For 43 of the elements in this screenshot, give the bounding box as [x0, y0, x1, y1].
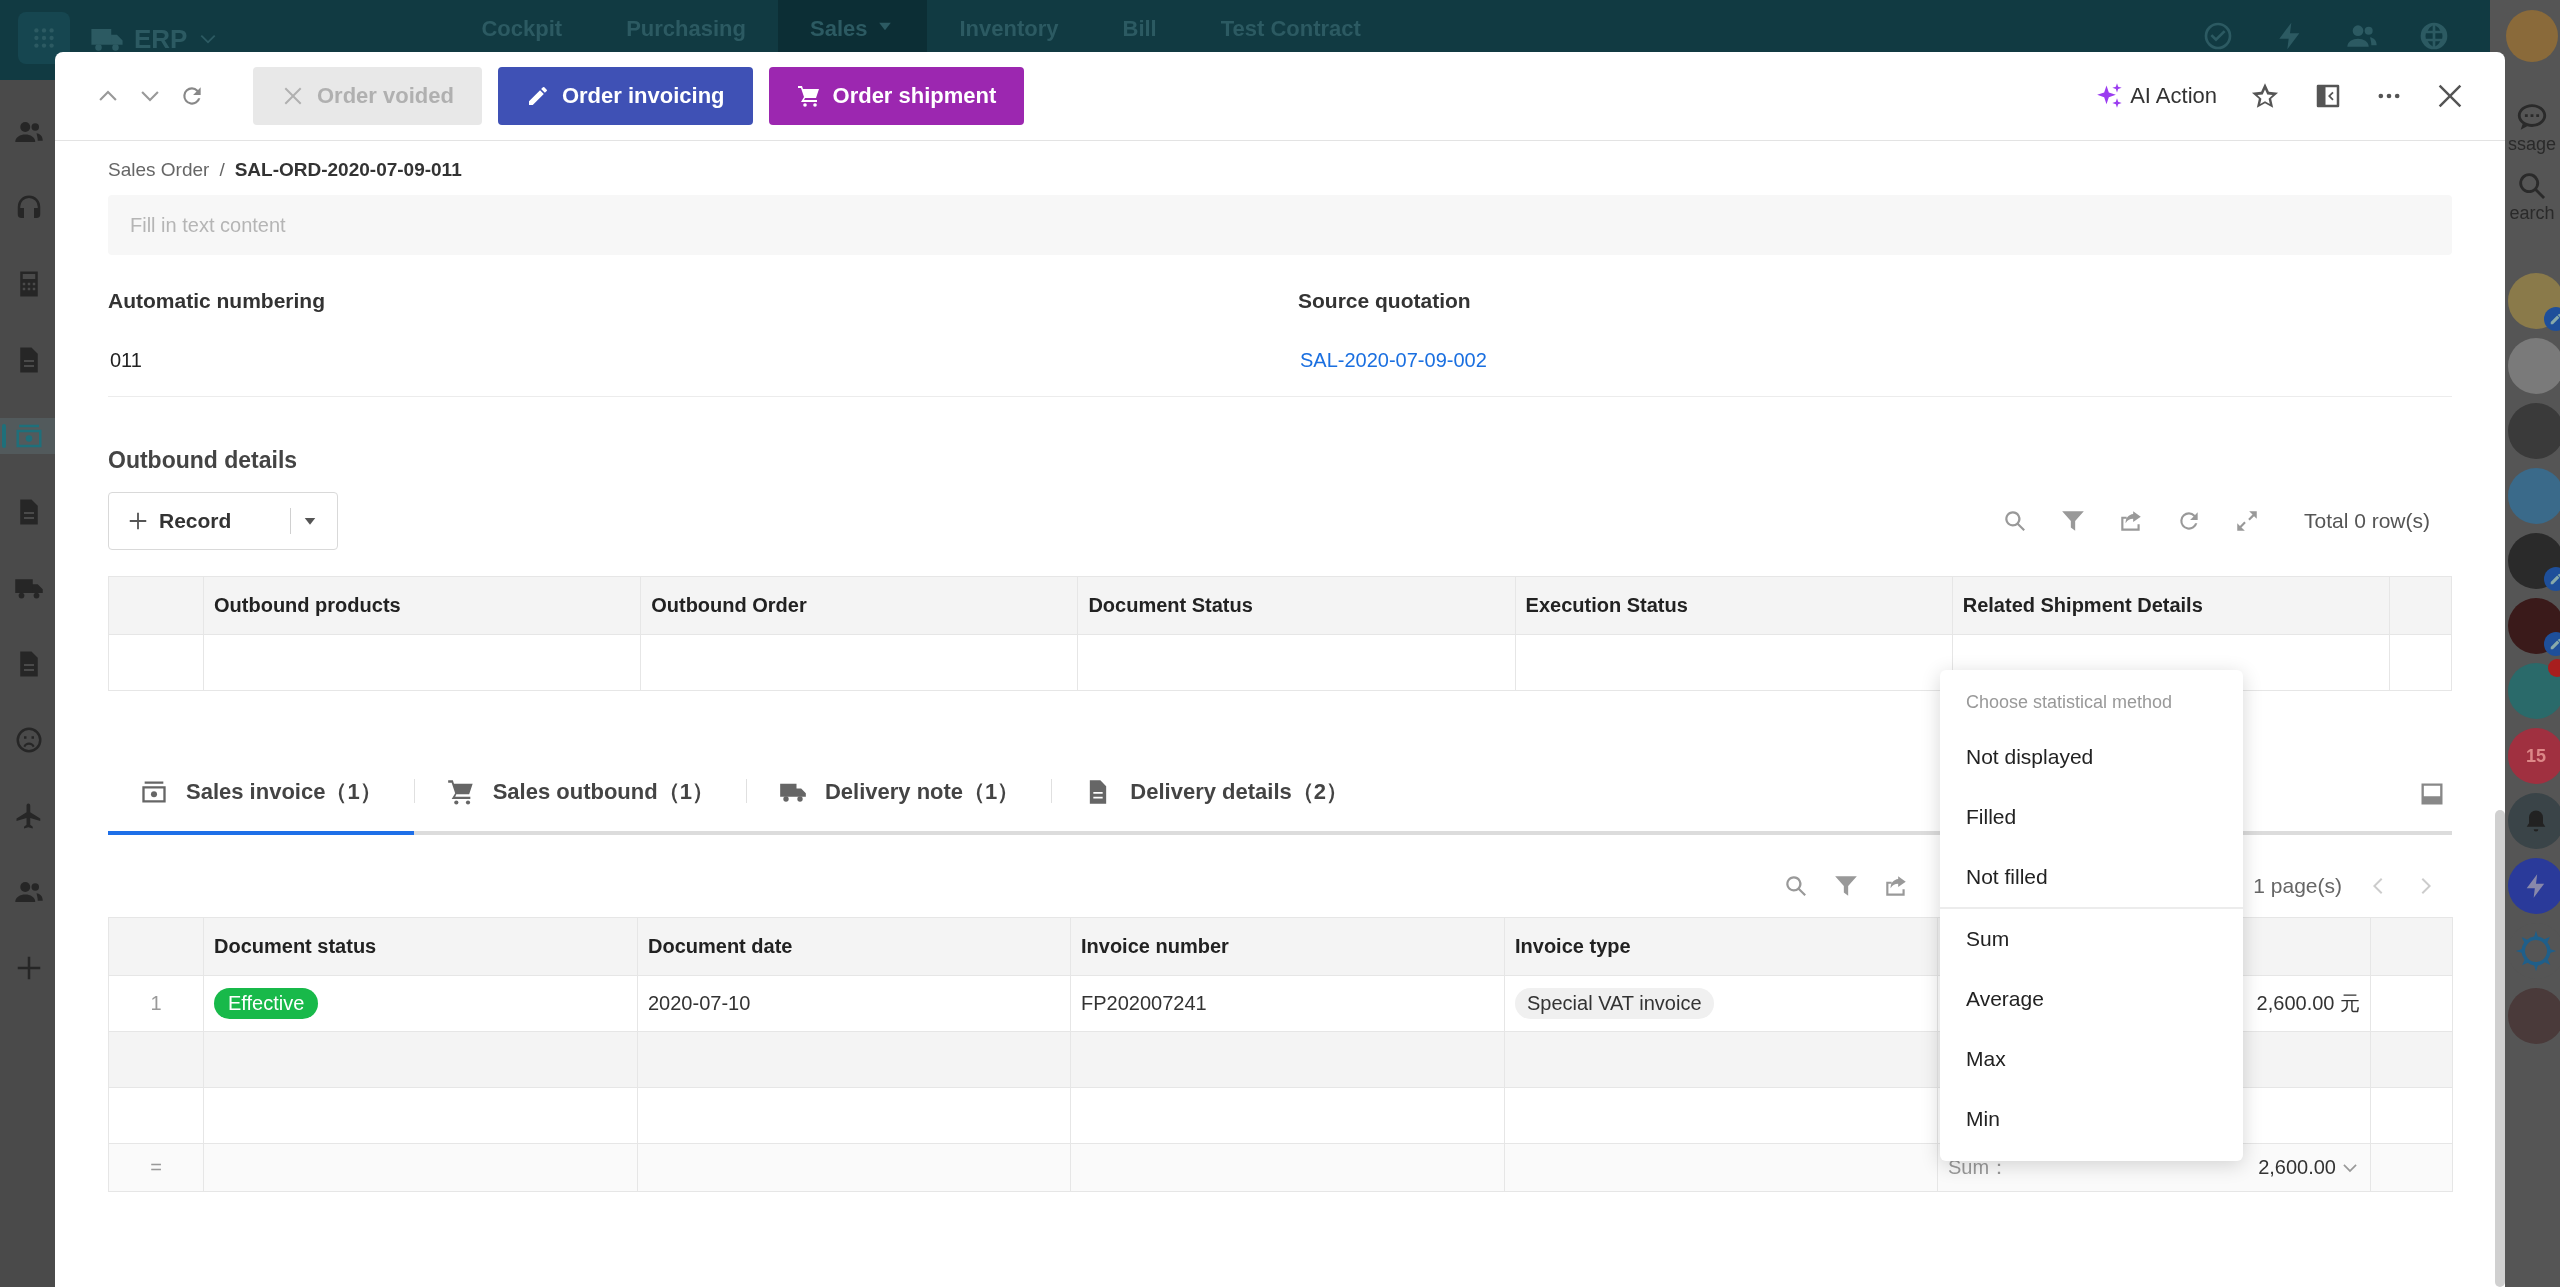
text-field[interactable]: Fill in text content: [108, 195, 2452, 255]
column-header: Invoice number: [1070, 917, 1505, 976]
tab[interactable]: Delivery note（1）: [746, 757, 1052, 831]
record-button[interactable]: Record: [108, 492, 338, 550]
table-cell: 2020-07-10: [637, 975, 1071, 1032]
table-cell: FP202007241: [1070, 975, 1505, 1032]
column-header: Related Shipment Details: [1952, 576, 2390, 635]
column-header: Document date: [637, 917, 1071, 976]
menu-item[interactable]: Filled: [1940, 787, 2243, 847]
column-header: Outbound Order: [640, 576, 1078, 635]
menu-item[interactable]: Min: [1940, 1089, 2243, 1149]
field-label: Source quotation: [1298, 289, 1472, 313]
toolbar-button[interactable]: Order shipment: [768, 67, 1025, 125]
menu-item[interactable]: Not filled: [1940, 847, 2243, 907]
column-header: Outbound products: [203, 576, 641, 635]
breadcrumb-link[interactable]: Sales Order: [108, 159, 210, 181]
type-tag: Special VAT invoice: [1515, 988, 1714, 1019]
breadcrumb-current: SAL-ORD-2020-07-09-011: [234, 159, 462, 181]
status-tag: Effective: [214, 988, 319, 1019]
tab[interactable]: Sales invoice（1）: [108, 757, 414, 831]
field-label: Automatic numbering: [108, 289, 326, 313]
summary-label: Sum：: [1948, 1155, 2010, 1180]
column-header: Execution Status: [1515, 576, 1953, 635]
field-link[interactable]: SAL-2020-07-09-002: [1298, 349, 2452, 372]
breadcrumb-separator: /: [219, 159, 225, 181]
section-title: Outbound details: [108, 447, 299, 474]
column-header: Document status: [203, 917, 638, 976]
calendar-date: 15: [2526, 745, 2546, 767]
ai-action-button[interactable]: AI Action: [2096, 82, 2217, 110]
column-header: Invoice type: [1504, 917, 1938, 976]
column-header: Document Status: [1077, 576, 1516, 635]
page-count: 1 page(s): [2253, 874, 2342, 898]
row-count: Total 0 row(s): [2303, 509, 2430, 533]
tab[interactable]: Delivery details（2）: [1052, 757, 1380, 831]
row-number: 1: [108, 975, 204, 1032]
tab[interactable]: Sales outbound（1）: [414, 757, 746, 831]
field-value: 011: [109, 349, 143, 372]
summary-value: 2,600.00: [2258, 1156, 2336, 1179]
menu-item[interactable]: Not displayed: [1940, 727, 2243, 787]
menu-title: Choose statistical method: [1965, 691, 2174, 714]
menu-item[interactable]: Sum: [1940, 909, 2243, 969]
toolbar-button[interactable]: Order invoicing: [497, 67, 753, 125]
summary-marker: =: [108, 1143, 204, 1192]
